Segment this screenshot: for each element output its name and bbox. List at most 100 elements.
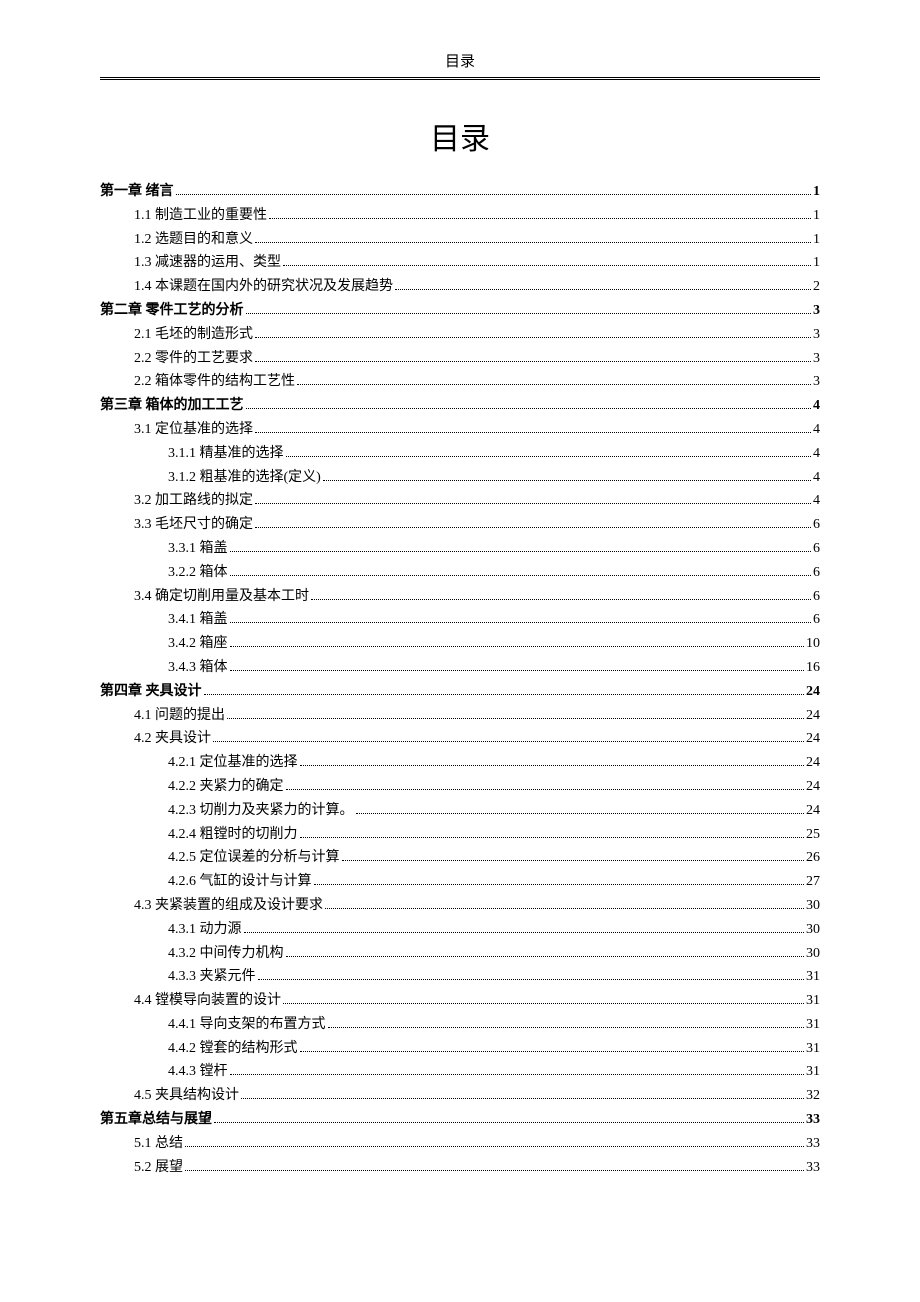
toc-entry-title: 4.2.6 气缸的设计与计算 — [168, 870, 312, 894]
toc-leader-dots — [214, 1122, 804, 1123]
toc-entry: 4.3.1 动力源 30 — [168, 918, 820, 942]
toc-entry: 1.4 本课题在国内外的研究状况及发展趋势2 — [134, 275, 820, 299]
toc-entry: 4.4 镗模导向装置的设计31 — [134, 989, 820, 1013]
toc-entry: 1.2 选题目的和意义 1 — [134, 228, 820, 252]
toc-entry-page: 25 — [806, 823, 820, 847]
toc-entry-title: 4.2.5 定位误差的分析与计算 — [168, 846, 340, 870]
toc-leader-dots — [297, 384, 811, 385]
toc-entry: 第四章 夹具设计24 — [100, 680, 820, 704]
toc-entry: 2.1 毛坯的制造形式3 — [134, 323, 820, 347]
toc-entry-title: 1.2 选题目的和意义 — [134, 228, 253, 252]
toc-leader-dots — [230, 646, 805, 647]
toc-leader-dots — [244, 932, 805, 933]
toc-entry: 5.2 展望33 — [134, 1156, 820, 1180]
toc-entry-title: 3.4.1 箱盖 — [168, 608, 228, 632]
toc-entry-page: 2 — [813, 275, 820, 299]
toc-entry-page: 3 — [813, 370, 820, 394]
toc-leader-dots — [255, 242, 811, 243]
toc-entry-page: 30 — [806, 894, 820, 918]
toc-entry-title: 3.1 定位基准的选择 — [134, 418, 253, 442]
toc-entry-title: 2.2 箱体零件的结构工艺性 — [134, 370, 295, 394]
toc-entry-page: 3 — [813, 347, 820, 371]
toc-entry-title: 5.2 展望 — [134, 1156, 183, 1180]
toc-entry: 4.5 夹具结构设计 32 — [134, 1084, 820, 1108]
toc-entry: 4.2.6 气缸的设计与计算 27 — [168, 870, 820, 894]
toc-entry-title: 3.4.3 箱体 — [168, 656, 228, 680]
toc-entry-page: 1 — [813, 228, 820, 252]
toc-leader-dots — [283, 265, 811, 266]
toc-entry-title: 4.3 夹紧装置的组成及设计要求 — [134, 894, 323, 918]
toc-entry-page: 31 — [806, 1037, 820, 1061]
toc-entry: 1.3 减速器的运用、类型1 — [134, 251, 820, 275]
toc-entry-title: 4.2.3 切削力及夹紧力的计算。 — [168, 799, 354, 823]
toc-entry-page: 32 — [806, 1084, 820, 1108]
toc-entry-title: 4.2.2 夹紧力的确定 — [168, 775, 284, 799]
toc-entry: 2.2 零件的工艺要求 3 — [134, 347, 820, 371]
toc-entry-page: 1 — [813, 204, 820, 228]
toc-leader-dots — [255, 503, 811, 504]
toc-entry: 4.3.2 中间传力机构30 — [168, 942, 820, 966]
toc-entry-title: 第五章总结与展望 — [100, 1108, 212, 1132]
toc-leader-dots — [230, 1074, 805, 1075]
toc-entry-title: 5.1 总结 — [134, 1132, 183, 1156]
toc-entry-title: 第一章 绪言 — [100, 180, 174, 204]
toc-entry-page: 6 — [813, 513, 820, 537]
toc-entry-title: 第二章 零件工艺的分析 — [100, 299, 244, 323]
toc-entry-page: 26 — [806, 846, 820, 870]
toc-entry-page: 4 — [813, 489, 820, 513]
toc-entry-page: 27 — [806, 870, 820, 894]
toc-entry: 4.4.2 镗套的结构形式31 — [168, 1037, 820, 1061]
toc-entry-title: 2.2 零件的工艺要求 — [134, 347, 253, 371]
toc-entry-page: 3 — [813, 323, 820, 347]
toc-entry-page: 6 — [813, 585, 820, 609]
toc-entry-page: 31 — [806, 989, 820, 1013]
table-of-contents: 第一章 绪言11.1 制造工业的重要性11.2 选题目的和意义11.3 减速器的… — [100, 180, 820, 1179]
toc-entry: 4.3.3 夹紧元件31 — [168, 965, 820, 989]
toc-entry-page: 24 — [806, 799, 820, 823]
toc-leader-dots — [323, 480, 811, 481]
toc-entry-title: 3.2 加工路线的拟定 — [134, 489, 253, 513]
toc-entry-page: 24 — [806, 751, 820, 775]
header-divider — [100, 77, 820, 80]
toc-entry: 4.2.2 夹紧力的确定 24 — [168, 775, 820, 799]
toc-leader-dots — [255, 527, 811, 528]
toc-entry-page: 30 — [806, 918, 820, 942]
toc-entry: 第五章总结与展望33 — [100, 1108, 820, 1132]
toc-entry-title: 4.5 夹具结构设计 — [134, 1084, 239, 1108]
toc-entry: 3.3 毛坯尺寸的确定 6 — [134, 513, 820, 537]
toc-leader-dots — [314, 884, 805, 885]
toc-entry-page: 31 — [806, 1013, 820, 1037]
toc-entry: 2.2 箱体零件的结构工艺性 3 — [134, 370, 820, 394]
toc-leader-dots — [176, 194, 812, 195]
toc-entry-title: 第四章 夹具设计 — [100, 680, 202, 704]
toc-leader-dots — [342, 860, 805, 861]
toc-leader-dots — [185, 1146, 804, 1147]
running-header: 目录 — [100, 50, 820, 71]
toc-entry-page: 31 — [806, 1060, 820, 1084]
toc-leader-dots — [241, 1098, 804, 1099]
toc-entry-page: 24 — [806, 704, 820, 728]
toc-entry-title: 4.2.4 粗镗时的切削力 — [168, 823, 298, 847]
toc-entry-title: 4.3.1 动力源 — [168, 918, 242, 942]
toc-entry-page: 6 — [813, 537, 820, 561]
toc-entry: 3.3.1 箱盖6 — [168, 537, 820, 561]
toc-leader-dots — [246, 408, 812, 409]
toc-entry-title: 3.3 毛坯尺寸的确定 — [134, 513, 253, 537]
toc-leader-dots — [255, 337, 811, 338]
toc-entry: 5.1 总结33 — [134, 1132, 820, 1156]
toc-entry-page: 4 — [813, 418, 820, 442]
toc-entry-page: 4 — [813, 466, 820, 490]
toc-entry: 3.1.1 精基准的选择4 — [168, 442, 820, 466]
toc-entry-page: 4 — [813, 394, 820, 418]
toc-leader-dots — [395, 289, 811, 290]
toc-entry-title: 3.4.2 箱座 — [168, 632, 228, 656]
toc-entry-page: 1 — [813, 180, 820, 204]
toc-leader-dots — [230, 551, 812, 552]
toc-entry-title: 4.1 问题的提出 — [134, 704, 225, 728]
toc-leader-dots — [185, 1170, 804, 1171]
toc-leader-dots — [286, 789, 805, 790]
toc-entry-title: 3.1.2 粗基准的选择(定义) — [168, 466, 321, 490]
toc-entry-page: 24 — [806, 775, 820, 799]
toc-entry: 4.2.5 定位误差的分析与计算 26 — [168, 846, 820, 870]
toc-leader-dots — [258, 979, 805, 980]
